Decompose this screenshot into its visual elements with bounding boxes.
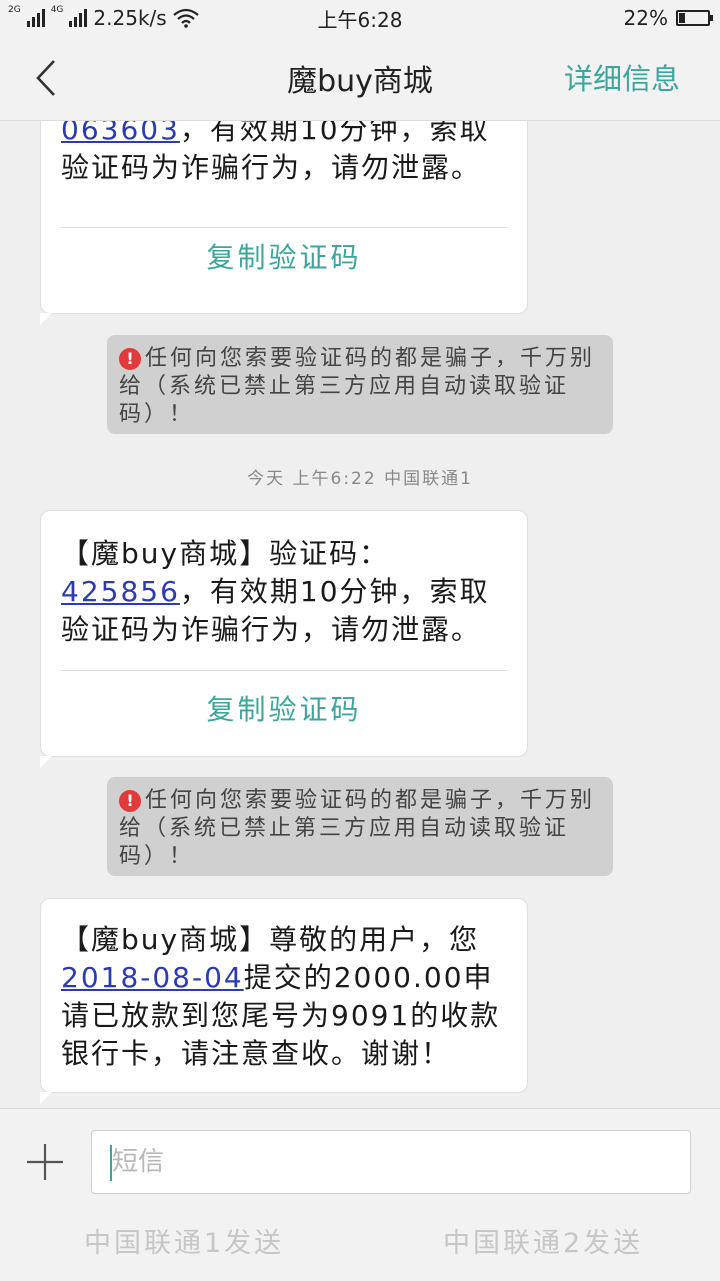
- message-text: 【魔buy商城】尊敬的用户，您2018-08-04提交的2000.00申请已放款…: [61, 921, 509, 1073]
- bubble-tail: [40, 1092, 52, 1104]
- send-sim1-button[interactable]: 中国联通1发送: [84, 1221, 284, 1260]
- warning-text: 任何向您索要验证码的都是骗子，千万别给（系统已禁止第三方应用自动读取验证码）！: [119, 788, 596, 869]
- details-button[interactable]: 详细信息: [564, 56, 680, 98]
- date-link[interactable]: 2018-08-04: [61, 961, 244, 994]
- bubble-divider: [61, 227, 507, 228]
- message-body: 【魔buy商城】尊敬的用户，您: [61, 923, 480, 956]
- bubble-tail: [40, 313, 52, 325]
- warning-text: 任何向您索要验证码的都是骗子，千万别给（系统已禁止第三方应用自动读取验证码）！: [119, 346, 596, 427]
- message-text: 063603，有效期10分钟，索取验证码为诈骗行为，请勿泄露。: [61, 121, 509, 187]
- fraud-warning: ! 任何向您索要验证码的都是骗子，千万别给（系统已禁止第三方应用自动读取验证码）！: [107, 335, 613, 434]
- battery-icon: [676, 10, 713, 26]
- battery-percent: 22%: [623, 6, 668, 30]
- text-caret: [110, 1145, 112, 1181]
- message-bubble[interactable]: 【魔buy商城】验证码：425856，有效期10分钟，索取验证码为诈骗行为，请勿…: [40, 510, 528, 768]
- message-bubble[interactable]: 【魔buy商城】尊敬的用户，您2018-08-04提交的2000.00申请已放款…: [40, 898, 528, 1104]
- message-timestamp: 今天 上午6:22 中国联通1: [247, 469, 473, 489]
- send-sim2-button[interactable]: 中国联通2发送: [443, 1221, 643, 1260]
- copy-code-button[interactable]: 复制验证码: [41, 236, 527, 276]
- clock: 上午6:28: [317, 8, 403, 32]
- plus-icon[interactable]: [24, 1141, 66, 1183]
- sms-input[interactable]: [91, 1130, 691, 1194]
- conversation-header: 魔buy商城 详细信息: [0, 36, 720, 121]
- message-body: 【魔buy商城】验证码：: [61, 537, 390, 570]
- status-bar: 2G 4G 2.25k/s 上午6:28 22%: [0, 0, 720, 36]
- copy-code-button[interactable]: 复制验证码: [41, 688, 527, 728]
- exclamation-circle-icon: !: [119, 790, 141, 812]
- message-text: 【魔buy商城】验证码：425856，有效期10分钟，索取验证码为诈骗行为，请勿…: [61, 535, 509, 649]
- message-bubble[interactable]: 063603，有效期10分钟，索取验证码为诈骗行为，请勿泄露。 复制验证码: [40, 121, 528, 325]
- bubble-divider: [61, 670, 507, 671]
- status-right: 22%: [623, 6, 713, 30]
- message-list[interactable]: 063603，有效期10分钟，索取验证码为诈骗行为，请勿泄露。 复制验证码 ! 任…: [0, 121, 720, 1108]
- battery-level: [679, 13, 685, 23]
- bubble-tail: [40, 756, 52, 768]
- verification-code-link[interactable]: 063603: [61, 121, 180, 146]
- verification-code-link[interactable]: 425856: [61, 575, 180, 608]
- fraud-warning: ! 任何向您索要验证码的都是骗子，千万别给（系统已禁止第三方应用自动读取验证码）！: [107, 777, 613, 876]
- exclamation-circle-icon: !: [119, 348, 141, 370]
- composer: 中国联通1发送 中国联通2发送: [0, 1108, 720, 1281]
